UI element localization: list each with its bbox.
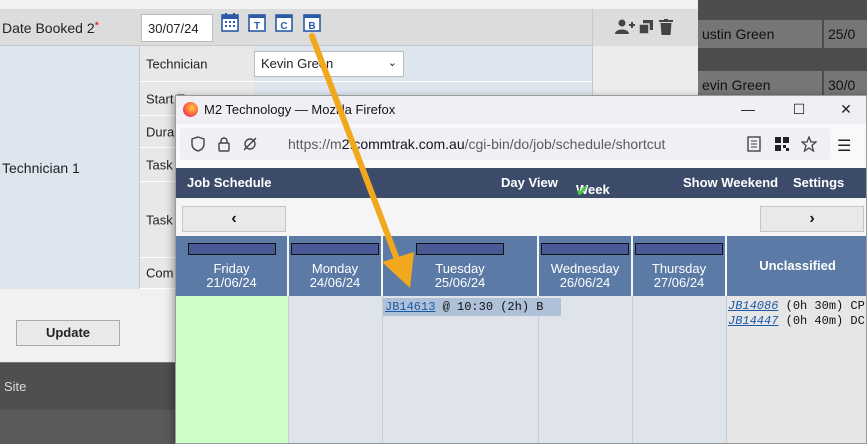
job-detail: (0h 40m) DC <box>778 314 865 328</box>
cal-letter-b: B <box>308 21 315 32</box>
calendar-today-icon[interactable]: T <box>248 12 266 32</box>
url-text[interactable]: https://m2.commtrak.com.au/cgi-bin/do/jo… <box>288 136 665 152</box>
settings-link[interactable]: Settings <box>793 175 844 190</box>
reader-view-icon[interactable] <box>746 136 762 152</box>
day-header-thursday[interactable]: Thursday 27/06/24 <box>633 236 727 296</box>
day-name: Tuesday <box>435 261 485 276</box>
date-booked-input[interactable]: 30/07/24 <box>141 14 213 42</box>
next-week-button[interactable]: › <box>760 206 864 232</box>
field-row-technician: Technician Kevin Green ⌄ <box>140 46 592 82</box>
cal-letter-t: T <box>254 21 260 32</box>
calendar-b-icon[interactable]: B <box>303 12 321 32</box>
schedule-grid: Friday 21/06/24 Monday 24/06/24 Tuesday … <box>176 236 866 443</box>
day-column-thursday[interactable] <box>633 296 727 443</box>
app-title: Job Schedule <box>187 175 272 190</box>
field-label: Task <box>146 212 173 227</box>
day-name: Friday <box>213 261 250 276</box>
show-weekend-link[interactable]: Show Weekend <box>683 175 778 190</box>
add-user-icon[interactable] <box>615 19 635 35</box>
field-label: Technician <box>146 56 208 71</box>
bg-table-name: ustin Green <box>698 20 822 48</box>
day-column-monday[interactable] <box>289 296 383 443</box>
day-name: Wednesday <box>550 261 620 276</box>
trash-icon[interactable] <box>659 19 673 35</box>
day-header-bar <box>187 243 276 255</box>
job-link[interactable]: JB14086 <box>728 299 778 313</box>
day-view-link[interactable]: Day View <box>501 175 558 190</box>
job-entry-tuesday[interactable]: JB14613 @ 10:30 (2h) B <box>383 298 561 316</box>
shield-icon[interactable] <box>190 136 206 152</box>
row-actions <box>592 9 698 46</box>
technician-group-label: Technician 1 <box>2 160 80 176</box>
maximize-button[interactable]: ☐ <box>787 98 811 120</box>
lock-icon[interactable] <box>216 136 232 152</box>
day-header-monday[interactable]: Monday 24/06/24 <box>289 236 383 296</box>
url-bar[interactable]: https://m2.commtrak.com.au/cgi-bin/do/jo… <box>180 128 830 160</box>
unclassified-job[interactable]: JB14086 (0h 30m) CP <box>728 299 865 313</box>
day-header-bar <box>416 243 504 255</box>
firefox-logo-icon <box>183 102 198 117</box>
window-title: M2 Technology — Mozilla Firefox <box>204 102 396 117</box>
calendar-icon[interactable] <box>221 12 239 32</box>
chevron-down-icon: ⌄ <box>387 57 397 69</box>
window-titlebar: M2 Technology — Mozilla Firefox — ☐ ✕ <box>176 96 866 124</box>
close-button[interactable]: ✕ <box>834 98 858 120</box>
copy-icon[interactable] <box>638 19 654 35</box>
job-detail: (0h 30m) CP <box>778 299 865 313</box>
hamburger-menu-icon[interactable]: ☰ <box>837 136 851 156</box>
date-booked-label: Date Booked 2* <box>2 20 99 36</box>
day-date: 24/06/24 <box>309 275 361 290</box>
technician-select-value: Kevin Green <box>261 56 334 71</box>
permissions-icon[interactable] <box>242 136 258 152</box>
day-date: 27/06/24 <box>653 275 705 290</box>
day-header-bar <box>635 243 723 255</box>
calendar-c-icon[interactable]: C <box>275 12 293 32</box>
bookmark-star-icon[interactable] <box>801 136 817 152</box>
week-nav-strip: ‹ › <box>176 198 866 236</box>
day-column-tuesday[interactable] <box>383 296 539 443</box>
day-header-tuesday[interactable]: Tuesday 25/06/24 <box>383 236 539 296</box>
app-header: Job Schedule Day View Week View ✔ Show W… <box>176 168 866 212</box>
job-detail: @ 10:30 (2h) B <box>435 300 544 314</box>
prev-week-button[interactable]: ‹ <box>182 206 286 232</box>
technician-select[interactable]: Kevin Green ⌄ <box>254 51 404 77</box>
cal-letter-c: C <box>280 21 287 32</box>
job-link[interactable]: JB14447 <box>728 314 778 328</box>
unclassified-job[interactable]: JB14447 (0h 40m) DC <box>728 314 865 328</box>
field-label: Dura <box>146 124 175 139</box>
firefox-window: M2 Technology — Mozilla Firefox — ☐ ✕ ht… <box>175 95 867 444</box>
day-header-wednesday[interactable]: Wednesday 26/06/24 <box>539 236 633 296</box>
day-header-bar <box>291 243 379 255</box>
minimize-button[interactable]: — <box>736 98 760 120</box>
day-date: 26/06/24 <box>559 275 611 290</box>
day-name: Thursday <box>651 261 707 276</box>
day-column-friday[interactable] <box>176 296 289 443</box>
technician-group: Technician 1 <box>0 46 140 289</box>
day-header-unclassified: Unclassified <box>727 236 866 296</box>
unclassified-label: Unclassified <box>759 258 836 273</box>
day-column-wednesday[interactable] <box>539 296 633 443</box>
bg-table-date: 25/0 <box>824 20 867 48</box>
site-label: Site <box>4 379 27 394</box>
day-date: 21/06/24 <box>206 275 257 290</box>
day-header-friday[interactable]: Friday 21/06/24 <box>176 236 289 296</box>
day-header-bar <box>541 243 629 255</box>
day-date: 25/06/24 <box>434 275 486 290</box>
update-button[interactable]: Update <box>16 320 120 346</box>
field-label: Task <box>146 157 173 172</box>
field-label: Com <box>146 265 174 281</box>
qr-code-icon[interactable] <box>774 136 790 152</box>
browser-navbar: https://m2.commtrak.com.au/cgi-bin/do/jo… <box>176 126 866 164</box>
job-link[interactable]: JB14613 <box>385 300 435 314</box>
day-name: Monday <box>311 261 359 276</box>
